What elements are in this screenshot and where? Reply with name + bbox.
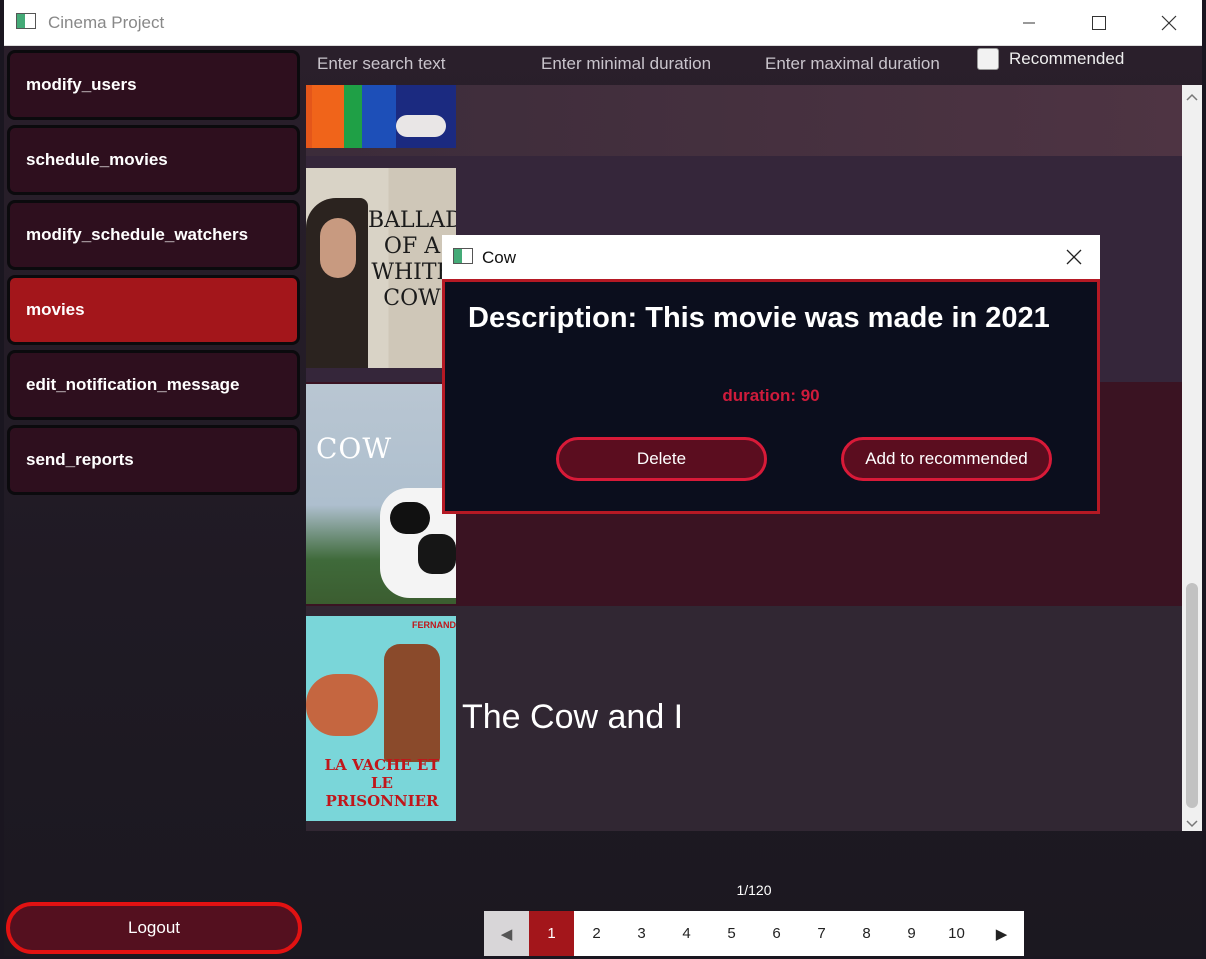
page-button[interactable]: 4 (664, 911, 709, 956)
maximize-icon[interactable] (1076, 0, 1122, 46)
movie-poster: FERNANDEL LA VACHE ET LE PRISONNIER (306, 616, 456, 821)
chevron-up-icon[interactable] (1185, 89, 1199, 101)
sidebar-item-edit-notification-message[interactable]: edit_notification_message (7, 350, 300, 420)
add-to-recommended-button[interactable]: Add to recommended (841, 437, 1052, 481)
movie-poster (306, 85, 456, 148)
window-title: Cinema Project (48, 13, 165, 32)
sidebar-item-modify-schedule-watchers[interactable]: modify_schedule_watchers (7, 200, 300, 270)
pagination: ◀ 1 2 3 4 5 6 7 8 9 10 ▶ (484, 911, 1024, 956)
sidebar-item-modify-users[interactable]: modify_users (7, 50, 300, 120)
sidebar-item-schedule-movies[interactable]: schedule_movies (7, 125, 300, 195)
page-button[interactable]: 8 (844, 911, 889, 956)
movie-description: Description: This movie was made in 2021 (468, 302, 1050, 334)
sidebar-item-label: schedule_movies (26, 150, 168, 169)
chevron-down-icon[interactable] (1185, 816, 1199, 828)
recommended-label: Recommended (1009, 49, 1125, 68)
minimize-icon[interactable] (1006, 0, 1052, 46)
close-icon[interactable] (1064, 247, 1084, 267)
movie-poster: COW (306, 384, 456, 604)
page-button[interactable]: 1 (529, 911, 574, 956)
poster-title: COW (316, 432, 393, 465)
max-duration-input[interactable]: Enter maximal duration (765, 54, 940, 74)
sidebar-item-label: modify_schedule_watchers (26, 225, 249, 244)
page-button[interactable]: 6 (754, 911, 799, 956)
movie-duration: duration: 90 (722, 386, 820, 405)
next-page-icon[interactable]: ▶ (979, 911, 1024, 956)
min-duration-input[interactable]: Enter minimal duration (541, 54, 711, 74)
recommended-checkbox[interactable] (977, 48, 999, 70)
app-icon (16, 13, 36, 29)
movie-poster: BALLAD OF A WHITE COW (306, 168, 456, 368)
page-info: 1/120 (736, 882, 772, 898)
page-button[interactable]: 10 (934, 911, 979, 956)
sidebar-item-send-reports[interactable]: send_reports (7, 425, 300, 495)
scrollbar-thumb[interactable] (1186, 583, 1198, 808)
poster-title: LA VACHE ET LE PRISONNIER (324, 756, 440, 810)
page-button[interactable]: 3 (619, 911, 664, 956)
app-icon (453, 248, 473, 264)
movie-title: The Cow and I (462, 698, 684, 736)
sidebar-item-label: edit_notification_message (26, 375, 240, 394)
sidebar-item-label: modify_users (26, 75, 137, 94)
sidebar-item-movies[interactable]: movies (7, 275, 300, 345)
logout-button[interactable]: Logout (6, 902, 302, 954)
window-titlebar: Cinema Project (4, 0, 1202, 46)
page-button[interactable]: 2 (574, 911, 619, 956)
close-icon[interactable] (1146, 0, 1192, 46)
search-input[interactable]: Enter search text (317, 54, 446, 74)
poster-actor: FERNANDEL (412, 620, 456, 630)
page-button[interactable]: 7 (799, 911, 844, 956)
dialog-titlebar: Cow (442, 235, 1100, 279)
page-button[interactable]: 5 (709, 911, 754, 956)
list-scrollbar[interactable] (1182, 85, 1202, 831)
page-button[interactable]: 9 (889, 911, 934, 956)
sidebar-item-label: send_reports (26, 450, 134, 469)
sidebar-item-label: movies (26, 300, 85, 319)
dialog-title: Cow (482, 248, 517, 267)
delete-button[interactable]: Delete (556, 437, 767, 481)
prev-page-icon[interactable]: ◀ (484, 911, 529, 956)
